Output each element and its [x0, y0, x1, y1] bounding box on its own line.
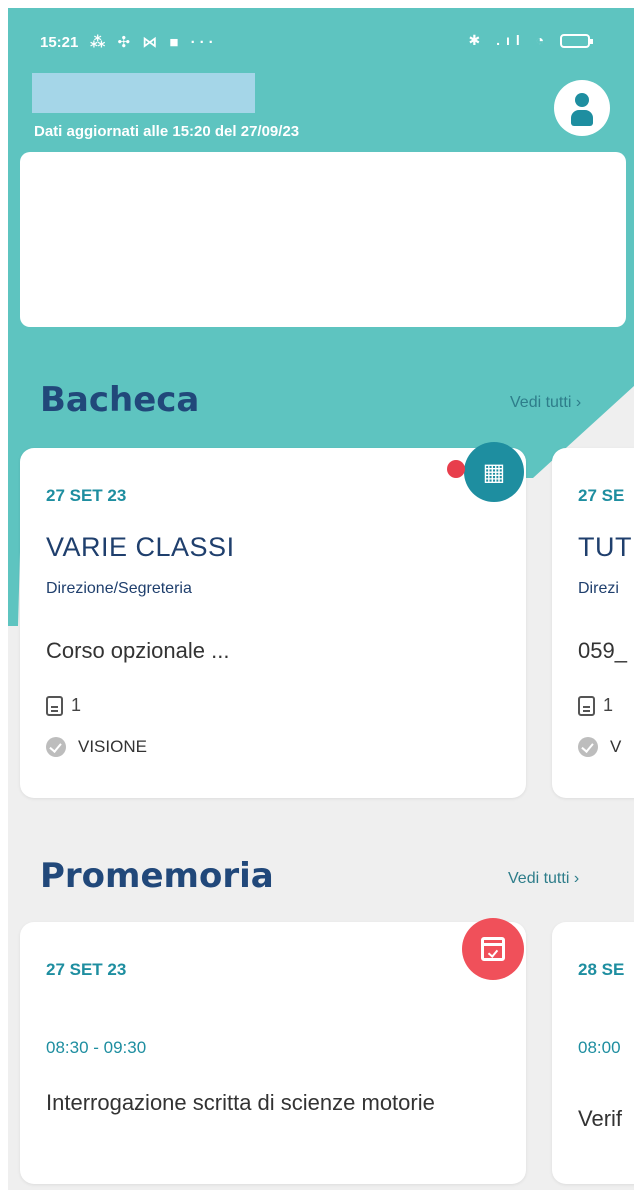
attachments-number: 1 — [603, 695, 614, 715]
card-date: 27 SET 23 — [46, 960, 127, 979]
promemoria-see-all-link[interactable]: Vedi tutti › — [508, 870, 579, 888]
bacheca-category-icon: ▦ — [464, 442, 524, 502]
redacted-user-name — [32, 73, 255, 113]
calendar-check-icon — [481, 937, 505, 961]
summary-panel — [20, 152, 626, 327]
card-text: Interrogazione scritta di scienze motori… — [46, 1090, 435, 1115]
status-time: 15:21 — [40, 34, 79, 51]
promemoria-category-badge — [462, 918, 524, 980]
battery-icon — [560, 34, 593, 49]
attachments-number: 1 — [71, 695, 82, 715]
check-circle-icon — [578, 737, 598, 757]
status-visione: VISIONE — [46, 737, 147, 757]
signal-icons: ✱ .ıl ◔ — [468, 32, 551, 48]
card-sender: Direzi — [578, 580, 619, 597]
bacheca-see-all-link[interactable]: Vedi tutti › — [510, 394, 581, 412]
promemoria-card[interactable]: 27 SET 23 08:30 - 09:30 Interrogazione s… — [20, 922, 526, 1184]
notification-icons: ⁂ ✣ ⋈ ■ ··· — [90, 34, 218, 51]
status-visione: V — [578, 737, 621, 757]
card-date: 28 SE — [578, 960, 625, 979]
attachments-count: 1 — [578, 695, 613, 716]
card-date: 27 SE — [578, 486, 625, 505]
card-date: 27 SET 23 — [46, 486, 127, 505]
card-title: VARIE CLASSI — [46, 532, 235, 562]
card-text: Verif — [578, 1106, 623, 1131]
app-screen: 15:21 ⁂ ✣ ⋈ ■ ··· ✱ .ıl ◔ Dati aggiornat… — [8, 8, 634, 1190]
promemoria-card[interactable]: 28 SE 08:00 Verif — [552, 922, 634, 1184]
status-label: V — [610, 737, 622, 756]
bacheca-card[interactable]: 27 SE TUT Direzi 059_ 1 V — [552, 448, 634, 798]
check-circle-icon — [46, 737, 66, 757]
document-icon — [46, 695, 63, 716]
card-time: 08:00 — [578, 1038, 621, 1057]
document-icon — [578, 695, 595, 716]
unread-dot — [447, 460, 465, 478]
last-updated-text: Dati aggiornati alle 15:20 del 27/09/23 — [34, 123, 300, 140]
bacheca-title: Bacheca — [40, 380, 200, 420]
promemoria-title: Promemoria — [40, 856, 274, 896]
profile-button[interactable] — [554, 80, 610, 136]
status-bar: 15:21 ⁂ ✣ ⋈ ■ ··· ✱ .ıl ◔ — [8, 8, 634, 68]
card-title: TUT — [578, 532, 632, 562]
card-text: Corso opzionale ... — [46, 638, 230, 663]
card-time: 08:30 - 09:30 — [46, 1038, 147, 1057]
card-sender: Direzione/Segreteria — [46, 580, 192, 597]
attachments-count: 1 — [46, 695, 81, 716]
status-label: VISIONE — [78, 737, 147, 756]
system-icons: ✱ .ıl ◔ — [468, 32, 593, 49]
bacheca-card[interactable]: 27 SET 23 VARIE CLASSI Direzione/Segrete… — [20, 448, 526, 798]
card-text: 059_ — [578, 638, 627, 663]
